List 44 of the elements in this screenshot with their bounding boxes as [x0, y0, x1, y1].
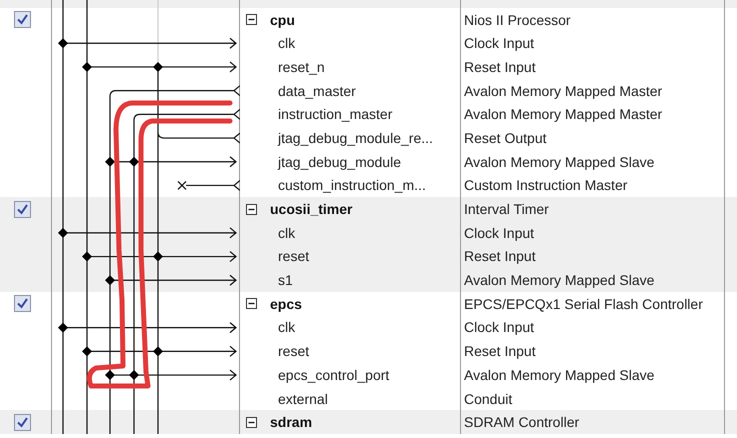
port-type: Avalon Memory Mapped Slave	[464, 272, 654, 288]
module-name: sdram	[270, 414, 312, 430]
module-type: Nios II Processor	[464, 12, 571, 28]
port-type: Conduit	[464, 390, 512, 407]
port-type: Reset Output	[464, 130, 546, 146]
port-type: Avalon Memory Mapped Slave	[464, 154, 654, 170]
port-type: Clock Input	[464, 319, 534, 336]
checkbox[interactable]	[14, 11, 31, 28]
port-name: s1	[278, 272, 293, 288]
port-name: reset_n	[278, 58, 325, 75]
port-type: Reset Input	[464, 343, 536, 360]
module-name: cpu	[270, 12, 295, 28]
port-name: epcs_control_port	[278, 366, 390, 383]
port-name: instruction_master	[278, 106, 392, 122]
port-name: clk	[278, 319, 296, 336]
module-type: SDRAM Controller	[464, 414, 580, 430]
collapse-icon[interactable]	[246, 204, 257, 215]
module-name: ucosii_timer	[270, 201, 352, 218]
port-type: Clock Input	[464, 35, 534, 52]
module-name: epcs	[270, 296, 302, 312]
port-type: Avalon Memory Mapped Slave	[464, 366, 654, 383]
port-type: Custom Instruction Master	[464, 177, 628, 194]
port-type: Clock Input	[464, 224, 534, 241]
port-name: data_master	[278, 82, 356, 99]
collapse-icon[interactable]	[246, 298, 257, 310]
module-type: Interval Timer	[464, 201, 549, 218]
port-name: jtag_debug_module_re...	[278, 130, 433, 146]
port-name: reset	[278, 248, 310, 264]
port-name: jtag_debug_module	[278, 154, 401, 170]
checkbox[interactable]	[14, 414, 31, 431]
port-type: Reset Input	[464, 248, 536, 264]
port-name: custom_instruction_m...	[278, 177, 426, 194]
collapse-icon[interactable]	[246, 416, 257, 428]
port-name: external	[278, 390, 328, 407]
collapse-icon[interactable]	[246, 14, 257, 26]
port-type: Avalon Memory Mapped Master	[464, 82, 662, 99]
port-name: reset	[278, 343, 310, 360]
port-type: Avalon Memory Mapped Master	[464, 106, 662, 122]
port-type: Reset Input	[464, 58, 536, 75]
port-name: clk	[278, 224, 296, 241]
port-name: clk	[278, 35, 296, 52]
checkbox[interactable]	[14, 295, 31, 312]
module-type: EPCS/EPCQx1 Serial Flash Controller	[464, 296, 703, 312]
checkbox[interactable]	[14, 200, 31, 218]
